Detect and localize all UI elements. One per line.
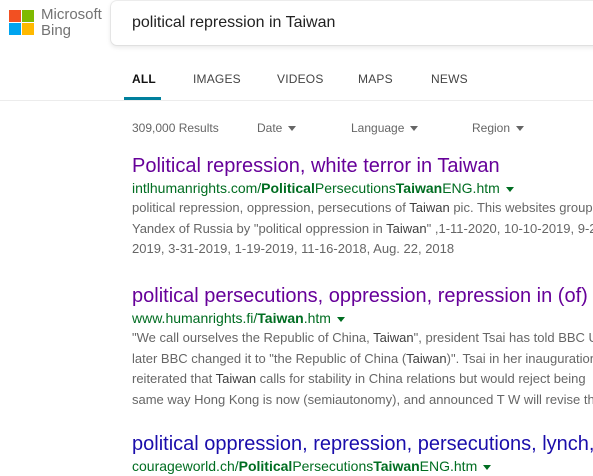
snippet-line: later BBC changed it to "the Republic of… <box>132 349 593 370</box>
chevron-down-icon[interactable] <box>336 316 345 322</box>
result-url[interactable]: courageworld.ch/PoliticalPersecutionsTai… <box>132 457 593 475</box>
chevron-down-icon <box>410 126 419 132</box>
tab-maps[interactable]: MAPS <box>358 72 393 86</box>
result-count: 309,000 Results <box>132 121 219 135</box>
snippet-text: calls for stability in China relations b… <box>256 371 586 386</box>
region-filter-label: Region <box>472 121 511 135</box>
snippet-line: 2019, 3-31-2019, 1-19-2019, 11-16-2018, … <box>132 239 593 260</box>
snippet-keyword: Taiwan <box>406 350 447 366</box>
url-segment: Persecutions <box>314 180 396 196</box>
url-segment: Taiwan <box>257 310 304 326</box>
url-segment: courageworld.ch/ <box>132 458 239 474</box>
tab-all[interactable]: ALL <box>132 72 156 86</box>
url-segment: Political <box>261 180 315 196</box>
result-url-text: www.humanrights.fi/Taiwan.htm <box>132 310 331 326</box>
language-filter-label: Language <box>351 121 405 135</box>
result-title-link[interactable]: political persecutions, oppression, repr… <box>132 284 593 308</box>
snippet-keyword: Taiwan <box>386 220 427 236</box>
snippet-line: same way Hong Kong is now (semiautonomy)… <box>132 390 593 411</box>
result-snippet: political repression, oppression, persec… <box>132 198 593 260</box>
microsoft-logo-icon <box>9 10 35 36</box>
url-segment: .htm <box>303 310 331 326</box>
snippet-keyword: Taiwan <box>409 200 450 215</box>
result-url[interactable]: intlhumanrights.com/PoliticalPersecution… <box>132 179 593 197</box>
result-title-link[interactable]: political oppression, repression, persec… <box>132 432 593 456</box>
url-segment: Political <box>238 458 293 474</box>
chevron-down-icon[interactable] <box>505 186 514 192</box>
result-title-link[interactable]: Political repression, white terror in Ta… <box>132 154 593 178</box>
active-tab-indicator <box>124 97 161 100</box>
chevron-down-icon[interactable] <box>483 464 492 470</box>
result-url-text: courageworld.ch/PoliticalPersecutionsTai… <box>132 458 477 474</box>
snippet-text: 2019, 3-31-2019, 1-19-2019, 11-16-2018, … <box>132 241 455 256</box>
search-result: political persecutions, oppression, repr… <box>132 284 593 410</box>
search-box[interactable]: political repression in Taiwan <box>111 1 593 45</box>
url-segment: www.humanrights.fi/ <box>132 310 258 326</box>
result-snippet: "We call ourselves the Republic of China… <box>132 328 593 410</box>
snippet-keyword: Taiwan <box>215 371 257 386</box>
snippet-line: "We call ourselves the Republic of China… <box>132 328 593 349</box>
snippet-line: Yandex of Russia by "political oppressio… <box>132 219 593 240</box>
result-url-text: intlhumanrights.com/PoliticalPersecution… <box>132 180 500 196</box>
url-segment: Taiwan <box>373 458 420 474</box>
tab-news[interactable]: NEWS <box>431 72 468 86</box>
bing-logo[interactable]: Microsoft Bing <box>9 7 109 41</box>
logo-line-microsoft: Microsoft <box>41 6 102 23</box>
header-bar: Microsoft Bing political repression in T… <box>0 0 593 101</box>
language-filter[interactable]: Language <box>351 121 419 135</box>
snippet-text: ", president Tsai has told BBC UK <box>413 330 593 345</box>
region-filter[interactable]: Region <box>472 121 525 135</box>
snippet-text: later BBC changed it to "the Republic of… <box>132 350 407 366</box>
snippet-keyword: Taiwan <box>373 330 414 345</box>
tab-images[interactable]: IMAGES <box>193 72 241 86</box>
date-filter-label: Date <box>257 121 283 135</box>
logo-line-bing: Bing <box>41 22 72 39</box>
search-input[interactable]: political repression in Taiwan <box>132 14 335 32</box>
date-filter[interactable]: Date <box>257 121 297 135</box>
snippet-line: political repression, oppression, persec… <box>132 198 593 219</box>
chevron-down-icon <box>288 126 297 132</box>
url-segment: ENG.htm <box>419 458 478 474</box>
snippet-text: " ,1-11-2020, 10-10-2019, 9-26 <box>426 220 593 236</box>
tab-videos[interactable]: VIDEOS <box>277 72 324 86</box>
url-segment: Taiwan <box>395 180 443 196</box>
result-url[interactable]: www.humanrights.fi/Taiwan.htm <box>132 309 593 327</box>
snippet-text: )". Tsai in her inauguration <box>446 350 593 366</box>
url-segment: intlhumanrights.com/ <box>132 180 262 196</box>
snippet-text: same way Hong Kong is now (semiautonomy)… <box>132 391 593 407</box>
snippet-text: political repression, oppression, persec… <box>132 200 410 215</box>
logo-text: Microsoft Bing <box>41 7 102 39</box>
search-result: political oppression, repression, persec… <box>132 432 593 476</box>
url-segment: Persecutions <box>292 458 374 474</box>
snippet-text: pic. This websites group <box>449 200 593 215</box>
snippet-text: "We call ourselves the Republic of China… <box>132 330 374 345</box>
snippet-line: reiterated that Taiwan calls for stabili… <box>132 369 593 390</box>
snippet-text: reiterated that <box>132 371 216 386</box>
url-segment: ENG.htm <box>442 180 500 196</box>
snippet-text: Yandex of Russia by "political oppressio… <box>132 220 387 236</box>
chevron-down-icon <box>516 126 525 132</box>
search-result: Political repression, white terror in Ta… <box>132 154 593 260</box>
